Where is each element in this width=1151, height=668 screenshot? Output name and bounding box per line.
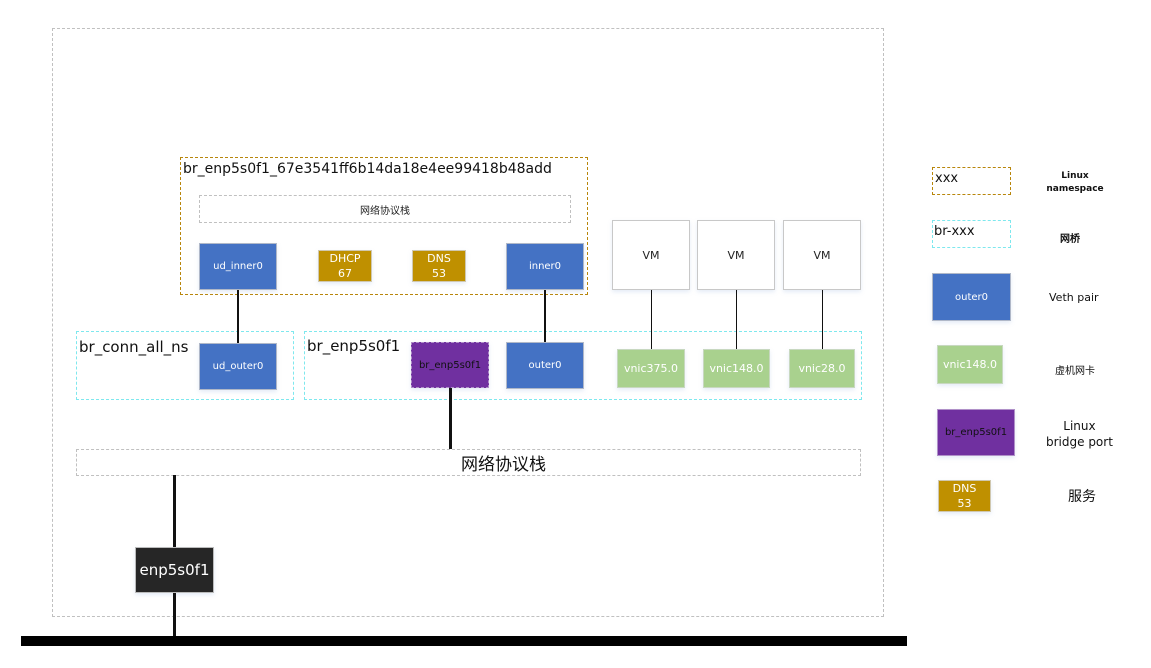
veth-ud-outer0: ud_outer0 xyxy=(199,343,277,390)
inner-protocol-stack-label: 网络协议栈 xyxy=(360,205,410,217)
vnic-label: vnic375.0 xyxy=(623,362,679,375)
vnic-28: vnic28.0 xyxy=(789,349,855,388)
link-nic-wire xyxy=(173,593,176,637)
vnic-label: vnic28.0 xyxy=(798,362,846,375)
legend-service-sample: DNS 53 xyxy=(938,480,991,512)
service-name: DNS xyxy=(427,252,451,265)
physical-nic-enp5s0f1: enp5s0f1 xyxy=(135,547,214,593)
host-protocol-stack: 网络协议栈 xyxy=(76,449,861,476)
veth-ud-inner0: ud_inner0 xyxy=(199,243,277,290)
legend-bridge-port-sample-text: br_enp5s0f1 xyxy=(944,427,1008,438)
link-inner0-outer0 xyxy=(544,290,546,342)
veth-label: inner0 xyxy=(528,261,562,272)
service-dns: DNS 53 xyxy=(412,250,466,282)
service-name: DHCP xyxy=(329,252,361,265)
vm-2: VM xyxy=(697,220,775,290)
veth-label: ud_inner0 xyxy=(213,261,263,272)
veth-label: outer0 xyxy=(528,360,562,371)
legend-veth-sample: outer0 xyxy=(932,273,1011,321)
bridge-port-label: br_enp5s0f1 xyxy=(418,359,482,371)
host-protocol-stack-label: 网络协议栈 xyxy=(461,455,546,475)
service-dhcp: DHCP 67 xyxy=(318,250,372,282)
link-stack-nic xyxy=(173,475,176,547)
link-vm1-vnic xyxy=(651,290,652,349)
legend-service-sample-name: DNS xyxy=(952,482,977,495)
veth-outer0: outer0 xyxy=(506,342,584,389)
legend-service-desc: 服务 xyxy=(1068,489,1096,505)
legend-veth-desc: Veth pair xyxy=(1049,291,1099,304)
link-ud-inner0-ud-outer0 xyxy=(237,290,239,343)
legend-namespace-desc: Linux namespace xyxy=(1045,170,1105,196)
legend-bridge-sample-text: br-xxx xyxy=(934,224,975,239)
legend-namespace-sample-text: xxx xyxy=(935,171,959,186)
legend-vnic-sample: vnic148.0 xyxy=(937,345,1003,384)
service-port: 67 xyxy=(338,267,352,280)
legend-bridge-desc: 网桥 xyxy=(1060,234,1080,245)
vnic-148: vnic148.0 xyxy=(703,349,770,388)
inner-namespace-title: br_enp5s0f1_67e3541ff6b14da18e4ee99418b4… xyxy=(183,161,552,177)
bridge-br-conn-all-ns-label: br_conn_all_ns xyxy=(79,338,189,356)
vm-label: VM xyxy=(813,248,831,262)
vm-3: VM xyxy=(783,220,861,290)
physical-network-wire xyxy=(21,636,907,646)
link-vm3-vnic xyxy=(822,290,823,349)
bridge-port-br-enp5s0f1: br_enp5s0f1 xyxy=(411,342,489,388)
legend-vnic-sample-text: vnic148.0 xyxy=(942,358,998,371)
link-vm2-vnic xyxy=(736,290,737,349)
legend-bridge-port-sample: br_enp5s0f1 xyxy=(937,409,1015,456)
legend-bridge-port-desc-line2: bridge port xyxy=(1046,435,1113,449)
veth-label: ud_outer0 xyxy=(212,361,264,372)
host-namespace-frame xyxy=(52,28,884,617)
physical-nic-label: enp5s0f1 xyxy=(139,561,210,579)
vm-label: VM xyxy=(642,248,660,262)
legend-vnic-desc: 虚机网卡 xyxy=(1055,366,1095,377)
legend-veth-sample-text: outer0 xyxy=(954,291,988,303)
legend-bridge-port-desc: Linux bridge port xyxy=(1046,418,1113,450)
legend-service-sample-port: 53 xyxy=(957,497,972,510)
vnic-label: vnic148.0 xyxy=(709,362,764,375)
legend-bridge-port-desc-line1: Linux xyxy=(1063,419,1096,433)
legend-namespace-desc-text: Linux namespace xyxy=(1046,171,1104,194)
link-bridge-port-stack xyxy=(449,388,452,449)
vnic-375: vnic375.0 xyxy=(617,349,685,388)
inner-protocol-stack: 网络协议栈 xyxy=(199,195,571,223)
service-port: 53 xyxy=(432,267,446,280)
vm-label: VM xyxy=(727,248,745,262)
vm-1: VM xyxy=(612,220,690,290)
bridge-br-enp5s0f1-label: br_enp5s0f1 xyxy=(307,337,401,355)
veth-inner0: inner0 xyxy=(506,243,584,290)
